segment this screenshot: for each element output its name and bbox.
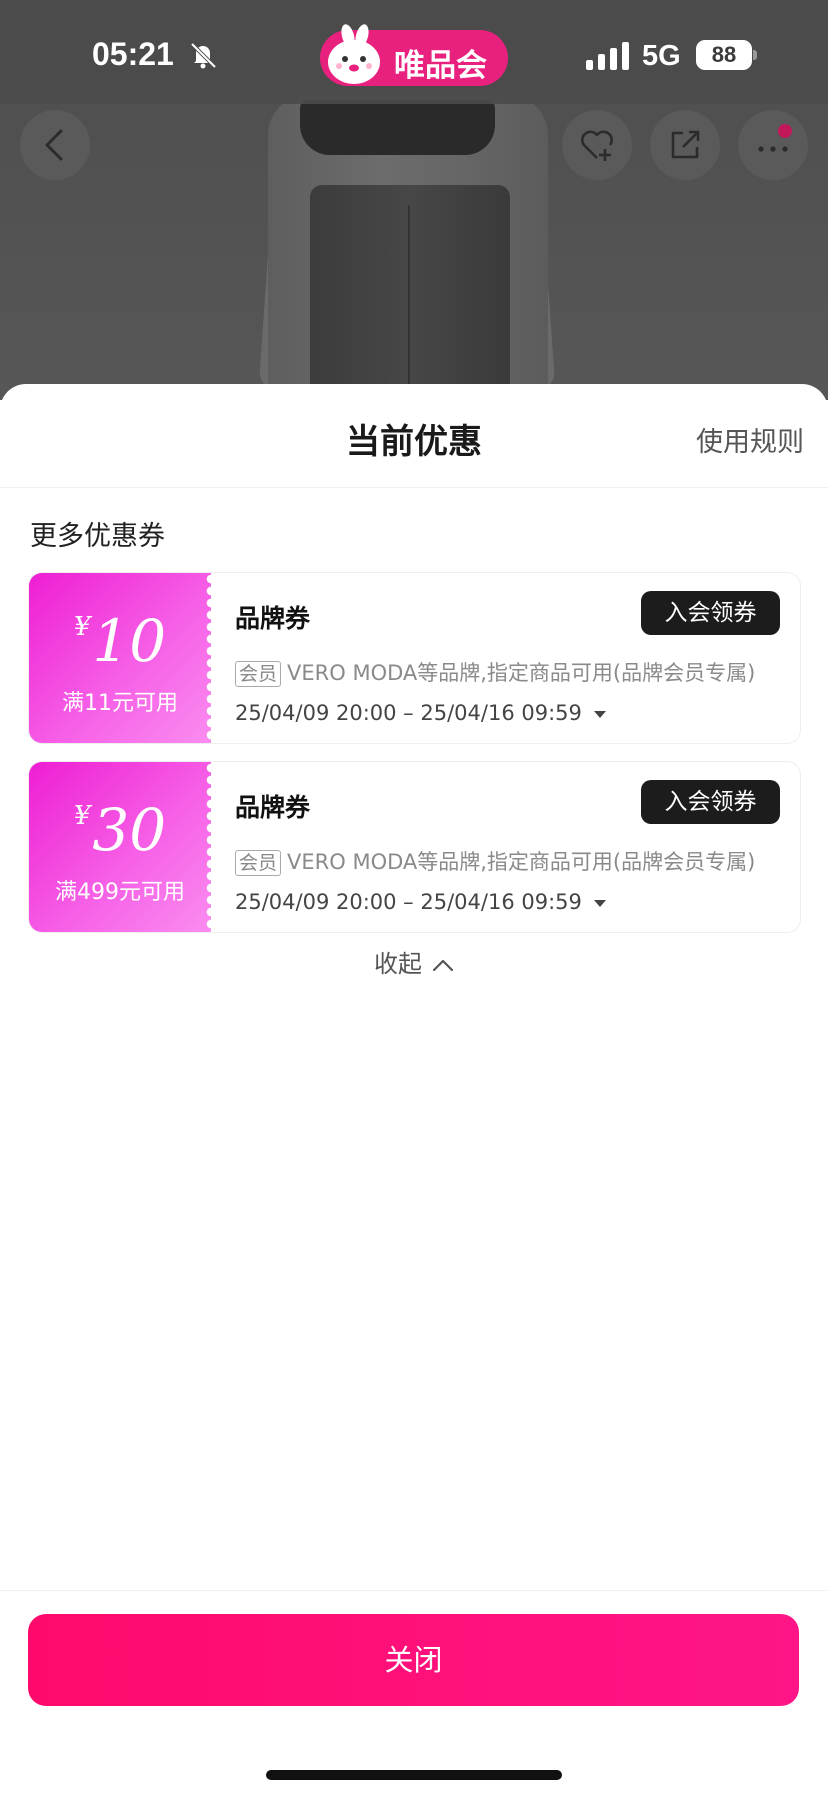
usage-rules-link[interactable]: 使用规则 xyxy=(696,420,804,459)
more-button[interactable] xyxy=(738,110,808,180)
coupon-scope: 会员 VERO MODA等品牌,指定商品可用(品牌会员专属) xyxy=(235,846,755,876)
coupon-type: 品牌券 xyxy=(235,604,311,633)
join-claim-button[interactable]: 入会领券 xyxy=(641,591,780,635)
product-model-pants xyxy=(310,185,510,400)
coupon-validity[interactable]: 25/04/09 20:00 – 25/04/16 09:59 xyxy=(235,890,606,914)
chevron-up-icon xyxy=(432,959,454,972)
coupon-type: 品牌券 xyxy=(235,793,311,822)
promotions-sheet: 当前优惠 使用规则 更多优惠券 ¥10 满11元可用 品牌券 入会领券 会员 VE… xyxy=(0,384,828,1795)
product-model-top xyxy=(300,100,495,155)
coupon-validity-text: 25/04/09 20:00 – 25/04/16 09:59 xyxy=(235,890,582,914)
divider xyxy=(0,1590,828,1591)
section-label: 更多优惠券 xyxy=(30,521,165,552)
currency-symbol: ¥ xyxy=(73,612,91,642)
currency-symbol: ¥ xyxy=(73,801,91,831)
caret-down-icon xyxy=(593,899,606,907)
coupon-amount-value: 10 xyxy=(92,607,167,675)
coupon-amount: ¥30 xyxy=(29,796,211,864)
share-button[interactable] xyxy=(650,110,720,180)
home-indicator xyxy=(266,1770,562,1780)
chevron-left-icon xyxy=(45,129,63,161)
app-badge-label: 唯品会 xyxy=(394,48,487,84)
coupon-card: ¥30 满499元可用 品牌券 入会领券 会员 VERO MODA等品牌,指定商品… xyxy=(28,761,801,933)
battery-tip xyxy=(753,50,757,60)
notification-dot xyxy=(778,124,792,138)
collapse-button[interactable]: 收起 xyxy=(0,944,828,979)
coupon-scope-text: VERO MODA等品牌,指定商品可用(品牌会员专属) xyxy=(287,661,756,685)
share-icon xyxy=(671,130,700,159)
member-tag: 会员 xyxy=(235,850,282,876)
coupon-validity-text: 25/04/09 20:00 – 25/04/16 09:59 xyxy=(235,701,582,725)
divider xyxy=(0,487,828,488)
heart-plus-icon xyxy=(581,130,613,161)
coupon-amount-value: 30 xyxy=(92,796,167,864)
favorite-button[interactable] xyxy=(562,110,632,180)
cellular-signal-icon xyxy=(586,42,629,70)
battery-indicator: 88 xyxy=(696,40,752,70)
coupon-validity[interactable]: 25/04/09 20:00 – 25/04/16 09:59 xyxy=(235,701,606,725)
join-claim-button[interactable]: 入会领券 xyxy=(641,780,780,824)
coupon-amount: ¥10 xyxy=(29,607,211,675)
caret-down-icon xyxy=(593,710,606,718)
coupon-value-panel: ¥30 满499元可用 xyxy=(29,762,217,932)
close-button[interactable]: 关闭 xyxy=(28,1614,799,1706)
status-bar: 05:21 唯品会 5G 88 xyxy=(0,0,828,104)
back-button[interactable] xyxy=(20,110,90,180)
coupon-value-panel: ¥10 满11元可用 xyxy=(29,573,217,743)
member-tag: 会员 xyxy=(235,661,282,687)
coupon-scope-text: VERO MODA等品牌,指定商品可用(品牌会员专属) xyxy=(287,850,756,874)
app-badge: 唯品会 xyxy=(320,24,508,86)
collapse-label: 收起 xyxy=(374,950,422,978)
coupon-threshold: 满499元可用 xyxy=(55,880,185,905)
coupon-scope: 会员 VERO MODA等品牌,指定商品可用(品牌会员专属) xyxy=(235,657,755,687)
network-type: 5G xyxy=(642,40,681,72)
coupon-threshold: 满11元可用 xyxy=(62,691,178,716)
mascot-logo-icon xyxy=(328,24,380,84)
status-time: 05:21 xyxy=(92,36,174,72)
bell-muted-icon xyxy=(190,42,217,69)
coupon-card: ¥10 满11元可用 品牌券 入会领券 会员 VERO MODA等品牌,指定商品可… xyxy=(28,572,801,744)
